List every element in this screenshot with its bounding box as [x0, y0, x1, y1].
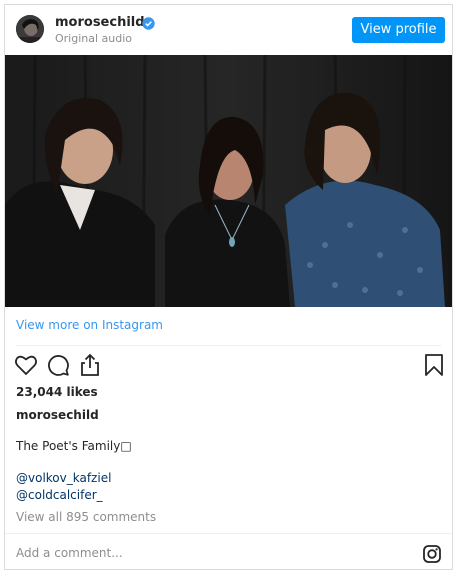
post-header: morosechild Original audio View profile — [5, 5, 452, 55]
audio-label[interactable]: Original audio — [55, 32, 132, 45]
instagram-logo-icon[interactable] — [423, 545, 441, 563]
comment-icon[interactable] — [46, 353, 70, 377]
heart-icon[interactable] — [14, 353, 38, 377]
instagram-embed-card: morosechild Original audio View profile — [4, 4, 453, 570]
view-profile-button[interactable]: View profile — [352, 17, 445, 43]
like-count[interactable]: 23,044 likes — [16, 385, 98, 399]
caption-text: The Poet's Family□ — [16, 439, 132, 453]
bookmark-icon[interactable] — [422, 353, 446, 377]
comment-input[interactable]: Add a comment... — [16, 546, 123, 560]
post-image[interactable] — [5, 55, 452, 307]
comment-bar: Add a comment... — [5, 533, 452, 572]
verified-badge-icon — [142, 15, 155, 30]
avatar[interactable] — [16, 15, 44, 43]
username[interactable]: morosechild — [55, 15, 145, 30]
divider — [16, 345, 441, 346]
mention-link[interactable]: @coldcalcifer_ — [16, 488, 103, 502]
caption-username[interactable]: morosechild — [16, 408, 99, 422]
view-more-link[interactable]: View more on Instagram — [16, 318, 163, 332]
mention-link[interactable]: @volkov_kafziel — [16, 471, 111, 485]
share-icon[interactable] — [78, 353, 102, 377]
view-comments-link[interactable]: View all 895 comments — [16, 510, 156, 524]
